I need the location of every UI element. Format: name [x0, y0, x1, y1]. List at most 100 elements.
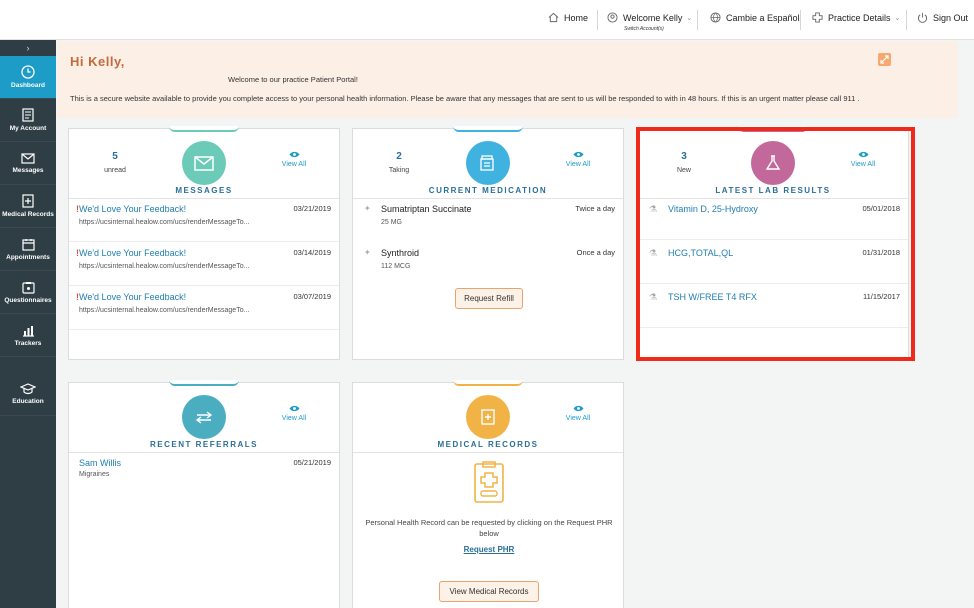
divider	[69, 241, 339, 242]
welcome-label: Welcome Kelly	[623, 12, 683, 23]
unread-count: 5	[112, 151, 118, 162]
sidebar-item-dashboard[interactable]: Dashboard	[0, 56, 56, 99]
sidebar-item-label: Education	[12, 398, 44, 405]
referral-reason: Migraines	[79, 471, 110, 478]
divider	[638, 283, 908, 284]
message-date: 03/07/2019	[293, 292, 331, 301]
referrals-view-all[interactable]: View All	[269, 405, 319, 422]
practice-details-menu[interactable]: Practice Details ⌄	[812, 12, 900, 23]
medication-dose: 112 MCG	[381, 263, 411, 270]
sidebar-item-education[interactable]: Education	[0, 373, 56, 416]
welcome-text: Welcome to our practice Patient Portal!	[228, 75, 358, 84]
divider	[638, 239, 908, 240]
taking-label: Taking	[388, 167, 410, 174]
new-label: New	[676, 167, 691, 174]
chevron-right-icon[interactable]: ›	[0, 40, 56, 56]
sidebar-item-trackers[interactable]: Trackers	[0, 314, 56, 357]
top-bar: Home Welcome Kelly ⌄ Switch Account(s) C…	[0, 0, 974, 40]
medication-dose: 25 MG	[381, 219, 403, 226]
welcome-menu[interactable]: Welcome Kelly ⌄	[607, 12, 692, 23]
message-preview: https://ucsinternal.healow.com/ucs/rende…	[79, 307, 250, 314]
referral-name: Sam Willis	[79, 458, 121, 468]
lab-results-card: 3 New View All LATEST LAB RESULTS ⚗ Vita…	[637, 126, 909, 360]
clock-icon	[21, 65, 35, 79]
sidebar-item-medical-records[interactable]: Medical Records	[0, 185, 56, 228]
sidebar-item-label: Dashboard	[11, 82, 45, 89]
labs-view-all[interactable]: View All	[838, 151, 888, 168]
medication-frequency: Twice a day	[575, 204, 615, 213]
expand-icon[interactable]	[878, 53, 891, 66]
view-all-label: View All	[565, 415, 591, 422]
request-phr-link[interactable]: Request PHR	[353, 545, 625, 554]
home-link[interactable]: Home	[548, 12, 588, 23]
view-medical-records-button[interactable]: View Medical Records	[439, 581, 539, 602]
sidebar: › Dashboard My Account Messages Medical …	[0, 40, 56, 608]
switch-account-link[interactable]: Switch Account(s)	[624, 26, 664, 32]
taking-count: 2	[396, 151, 402, 162]
flask-icon: ⚗	[649, 292, 658, 302]
sidebar-item-messages[interactable]: Messages	[0, 142, 56, 185]
divider	[69, 452, 339, 453]
medical-records-card: View All MEDICAL RECORDS Personal Health…	[352, 380, 625, 608]
divider	[638, 327, 908, 328]
view-all-label: View All	[565, 161, 591, 168]
view-all-label: View All	[850, 161, 876, 168]
sidebar-item-my-account[interactable]: My Account	[0, 99, 56, 142]
lab-name: TSH W/FREE T4 RFX	[668, 292, 757, 302]
medication-frequency: Once a day	[576, 248, 615, 257]
card-tab	[453, 126, 523, 132]
lab-date: 05/01/2018	[862, 204, 900, 213]
eye-icon	[289, 405, 299, 412]
divider	[353, 198, 623, 199]
home-label: Home	[564, 12, 589, 23]
welcome-banner: Hi Kelly, Welcome to our practice Patien…	[57, 41, 958, 118]
card-title: MESSAGES	[175, 186, 233, 195]
divider	[597, 10, 598, 30]
flask-icon: ⚗	[649, 248, 658, 258]
chevron-down-icon: ⌄	[894, 14, 901, 22]
card-title: MEDICAL RECORDS	[437, 440, 539, 449]
sidebar-item-label: Medical Records	[2, 211, 54, 218]
request-refill-button[interactable]: Request Refill	[455, 288, 523, 309]
card-tab	[169, 126, 239, 132]
flask-icon: ⚗	[649, 204, 658, 214]
pill-icon: ✦	[364, 204, 371, 213]
medication-view-all[interactable]: View All	[553, 151, 603, 168]
bar-chart-icon	[22, 325, 34, 337]
messages-card: 5 unread View All MESSAGES ! We'd Love Y…	[68, 126, 340, 360]
medication-name: Synthroid	[381, 248, 420, 258]
globe-icon	[710, 12, 721, 23]
pill-bottle-icon	[466, 141, 510, 185]
clipboard-icon	[21, 281, 35, 294]
card-tab	[738, 126, 808, 132]
message-preview: https://ucsinternal.healow.com/ucs/rende…	[79, 219, 250, 226]
medication-name: Sumatriptan Succinate	[381, 204, 472, 214]
envelope-icon	[21, 152, 35, 164]
medical-record-illustration-icon	[471, 461, 507, 510]
calendar-icon	[21, 238, 35, 251]
scrollbar[interactable]	[958, 41, 974, 608]
sign-out-label: Sign Out	[933, 12, 969, 23]
divider	[638, 198, 908, 199]
envelope-icon	[182, 141, 226, 185]
eye-icon	[573, 151, 583, 158]
message-subject: We'd Love Your Feedback!	[79, 292, 187, 302]
eye-icon	[289, 151, 299, 158]
plus-folder-icon	[466, 395, 510, 439]
message-subject: We'd Love Your Feedback!	[79, 248, 187, 258]
sign-out-link[interactable]: Sign Out	[917, 12, 968, 23]
divider	[69, 285, 339, 286]
lab-name: Vitamin D, 25-Hydroxy	[668, 204, 758, 214]
language-link[interactable]: Cambie a Español	[710, 12, 800, 23]
message-preview: https://ucsinternal.healow.com/ucs/rende…	[79, 263, 250, 270]
referral-date: 05/21/2019	[293, 458, 331, 467]
card-title: LATEST LAB RESULTS	[715, 186, 831, 195]
divider	[69, 329, 339, 330]
records-view-all[interactable]: View All	[553, 405, 603, 422]
pill-icon: ✦	[364, 248, 371, 257]
sidebar-item-questionnaires[interactable]: Questionnaires	[0, 271, 56, 314]
message-date: 03/21/2019	[293, 204, 331, 213]
messages-view-all[interactable]: View All	[269, 151, 319, 168]
card-tab	[453, 380, 523, 386]
sidebar-item-appointments[interactable]: Appointments	[0, 228, 56, 271]
